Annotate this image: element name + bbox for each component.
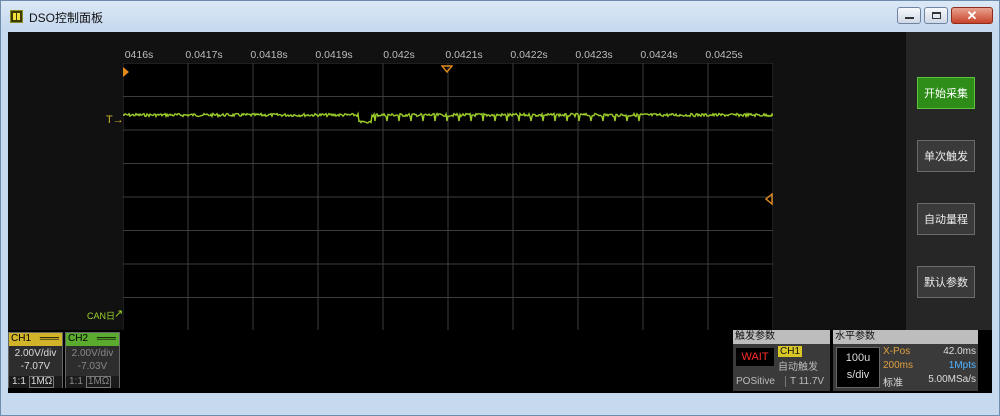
trigger-level-marker[interactable]: T→ xyxy=(106,114,124,126)
timebase-unit: s/div xyxy=(846,369,870,381)
waveform-plot[interactable] xyxy=(122,62,774,332)
single-trigger-button[interactable]: 单次触发 xyxy=(917,140,975,172)
horizontal-panel-title: 水平参数 xyxy=(833,330,978,344)
time-tick-label: 0.0422s xyxy=(510,49,548,61)
time-tick-label: 0.0418s xyxy=(250,49,288,61)
time-tick-label: 0.0417s xyxy=(185,49,223,61)
xpos-row: X-Pos 42.0ms xyxy=(883,346,976,357)
maximize-button[interactable] xyxy=(924,7,948,24)
ch2-offset: -7.03V xyxy=(77,361,108,372)
sample-row: 标准 5.00MSa/s xyxy=(883,374,976,389)
control-sidebar: 开始采集 单次触发 自动量程 默认参数 xyxy=(906,32,992,330)
auto-range-button[interactable]: 自动量程 xyxy=(917,203,975,235)
ch1-vdiv: 2.00V/div xyxy=(14,348,57,359)
trigger-level: T 11.7V xyxy=(785,376,824,387)
ch2-settings: 2.00V/div -7.03V xyxy=(66,346,119,376)
trigger-panel[interactable]: 触发参数 WAIT CH1 自动触发 POSitive T 11.7V xyxy=(733,330,830,391)
record-time: 200ms xyxy=(883,360,914,371)
window-title: DSO控制面板 xyxy=(29,11,104,25)
record-points: 1Mpts xyxy=(948,360,976,371)
waveform-svg xyxy=(122,62,774,332)
ch1-probe-row: 1:1 1MΩ xyxy=(9,376,62,388)
timebase-box[interactable]: 100u s/div xyxy=(836,347,880,388)
ch2-header: CH2 ═══ xyxy=(66,333,119,346)
ch2-panel[interactable]: CH2 ═══ 2.00V/div -7.03V 1:1 1MΩ xyxy=(65,332,120,388)
scope-display: 0416s 0.0417s 0.0418s 0.0419s 0.042s 0.0421s 0… xyxy=(8,32,906,332)
ch-zero-marker-icon[interactable] xyxy=(122,67,130,77)
minimize-icon xyxy=(905,17,914,19)
trigger-mode: 自动触发 xyxy=(778,362,818,373)
default-params-button[interactable]: 默认参数 xyxy=(917,266,975,298)
trigger-right-marker-icon[interactable] xyxy=(765,193,773,205)
ch2-probe: 1:1 xyxy=(69,376,83,387)
minimize-button[interactable] xyxy=(897,7,921,24)
title-bar: DSO控制面板 ✕ xyxy=(1,1,999,31)
xpos-label: X-Pos xyxy=(883,346,911,357)
xpos-value: 42.0ms xyxy=(943,346,976,357)
trigger-position-marker-icon[interactable] xyxy=(441,65,453,73)
scope-client-area: 0416s 0.0417s 0.0418s 0.0419s 0.042s 0.0421s 0… xyxy=(8,32,992,393)
ch1-impedance: 1MΩ xyxy=(28,376,55,388)
status-area: CH1 ═══ 2.00V/div -7.07V 1:1 1MΩ CH2 ═══ xyxy=(8,330,978,393)
window-controls: ✕ xyxy=(897,7,993,24)
horizontal-panel[interactable]: 水平参数 100u s/div X-Pos 42.0ms 200ms 1Mpts… xyxy=(833,330,978,391)
time-tick-label: 0.0421s xyxy=(445,49,483,61)
time-tick-label: 0.0424s xyxy=(640,49,678,61)
ch2-name: CH2 xyxy=(68,333,89,344)
ch1-settings: 2.00V/div -7.07V xyxy=(9,346,62,376)
dc-coupling-icon: ═══ xyxy=(96,333,116,343)
trigger-status: WAIT xyxy=(736,348,774,366)
timebase-value: 100u xyxy=(845,352,871,364)
sample-rate: 5.00MSa/s xyxy=(928,374,976,385)
time-axis: 0416s 0.0417s 0.0418s 0.0419s 0.042s 0.0421s 0… xyxy=(8,32,906,62)
time-tick-label: 0.042s xyxy=(383,49,415,61)
acq-mode: 标准 xyxy=(883,378,903,389)
time-tick-label: 0.0423s xyxy=(575,49,613,61)
time-tick-label: 0.0425s xyxy=(705,49,743,61)
trigger-source: CH1 xyxy=(778,346,803,357)
time-tick-label: 0.0419s xyxy=(315,49,353,61)
time-tick-label: 0416s xyxy=(124,49,154,61)
close-button[interactable]: ✕ xyxy=(951,7,993,24)
maximize-icon xyxy=(932,12,941,19)
trigger-slope: POSitive xyxy=(736,376,775,387)
can-channel-marker-icon[interactable]: ↗ xyxy=(114,307,123,320)
trigger-panel-title: 触发参数 xyxy=(733,330,830,344)
start-acquire-button[interactable]: 开始采集 xyxy=(917,77,975,109)
ch1-probe: 1:1 xyxy=(12,376,26,387)
ch2-impedance: 1MΩ xyxy=(85,376,112,388)
dso-window: DSO控制面板 ✕ 0416s 0.0417s 0.0418s 0.0419s 0.04… xyxy=(0,0,1000,416)
ch1-panel[interactable]: CH1 ═══ 2.00V/div -7.07V 1:1 1MΩ xyxy=(8,332,63,388)
dc-coupling-icon: ═══ xyxy=(39,333,59,343)
can-channel-label: CAN日 xyxy=(87,311,116,321)
window-footer xyxy=(1,394,999,416)
close-icon: ✕ xyxy=(966,8,978,23)
ch1-offset: -7.07V xyxy=(20,361,51,372)
ch2-vdiv: 2.00V/div xyxy=(71,348,114,359)
ch1-header: CH1 ═══ xyxy=(9,333,62,346)
ch1-name: CH1 xyxy=(11,333,32,344)
ch2-probe-row: 1:1 1MΩ xyxy=(66,376,119,388)
app-icon xyxy=(10,10,23,23)
record-row: 200ms 1Mpts xyxy=(883,360,976,371)
